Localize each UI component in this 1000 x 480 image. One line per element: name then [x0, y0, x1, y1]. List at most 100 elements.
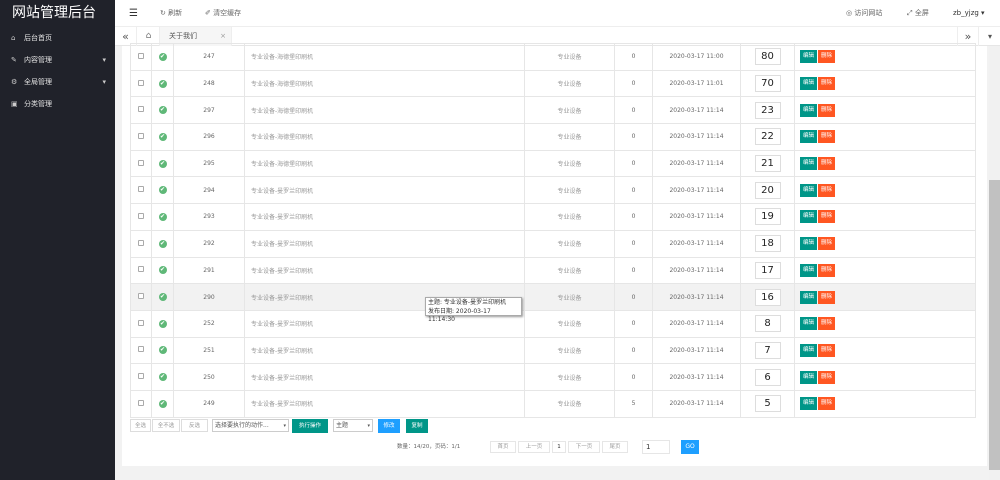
- clear-cache-button[interactable]: ✐ 清空缓存: [205, 0, 241, 27]
- sidebar-item-content[interactable]: ✎ 内容管理 ▾: [0, 49, 115, 71]
- sidebar-item-global[interactable]: ⚙ 全局管理 ▾: [0, 71, 115, 93]
- delete-button[interactable]: 删除: [818, 237, 836, 251]
- edit-button[interactable]: 编辑: [800, 343, 818, 357]
- edit-button[interactable]: 编辑: [800, 103, 818, 117]
- next-page-button[interactable]: 下一页: [568, 441, 600, 453]
- order-input[interactable]: 21: [754, 155, 781, 173]
- title-cell[interactable]: 专业设备-海德堡印刷机: [244, 43, 525, 71]
- table-row[interactable]: ✔ 247 专业设备-海德堡印刷机 专业设备 0 2020-03-17 11:00 80 编辑…: [130, 43, 976, 71]
- edit-button[interactable]: 编辑: [800, 263, 818, 277]
- edit-button[interactable]: 编辑: [800, 317, 818, 331]
- order-input[interactable]: 17: [754, 261, 781, 279]
- user-menu[interactable]: zb_yjzg ▾: [953, 0, 985, 27]
- delete-button[interactable]: 删除: [818, 397, 836, 411]
- title-cell[interactable]: 专业设备-曼罗兰印刷机: [244, 176, 525, 205]
- title-cell[interactable]: 专业设备-曼罗兰印刷机: [244, 256, 525, 285]
- row-checkbox[interactable]: [138, 106, 144, 113]
- order-input[interactable]: 20: [754, 181, 781, 199]
- table-row[interactable]: ✔ 295 专业设备-海德堡印刷机 专业设备 0 2020-03-17 11:14 21 编辑…: [130, 149, 976, 178]
- table-row[interactable]: ✔ 250 专业设备-曼罗兰印刷机 专业设备 0 2020-03-17 11:14 6 编辑删…: [130, 363, 976, 391]
- order-input[interactable]: 6: [754, 368, 781, 386]
- edit-button[interactable]: 编辑: [800, 210, 818, 224]
- row-checkbox[interactable]: [138, 346, 144, 353]
- table-row[interactable]: ✔ 292 专业设备-曼罗兰印刷机 专业设备 0 2020-03-17 11:14 18 编辑…: [130, 229, 976, 258]
- delete-button[interactable]: 删除: [818, 210, 836, 224]
- order-input[interactable]: 70: [754, 75, 781, 93]
- select-none-button[interactable]: 全不选: [152, 419, 180, 432]
- table-row[interactable]: ✔ 294 专业设备-曼罗兰印刷机 专业设备 0 2020-03-17 11:14 20 编辑…: [130, 176, 976, 205]
- edit-button[interactable]: 编辑: [800, 397, 818, 411]
- table-row[interactable]: ✔ 291 专业设备-曼罗兰印刷机 专业设备 0 2020-03-17 11:14 17 编辑…: [130, 256, 976, 285]
- title-cell[interactable]: 专业设备-曼罗兰印刷机: [244, 229, 525, 258]
- tab-more-button[interactable]: ▾: [979, 27, 1000, 46]
- prev-page-button[interactable]: 上一页: [518, 441, 550, 453]
- edit-button[interactable]: 编辑: [800, 370, 818, 384]
- execute-button[interactable]: 执行操作: [292, 419, 328, 433]
- order-input[interactable]: 18: [754, 235, 781, 253]
- order-input[interactable]: 19: [754, 208, 781, 226]
- row-checkbox[interactable]: [138, 52, 144, 59]
- row-checkbox[interactable]: [138, 212, 144, 219]
- row-checkbox[interactable]: [138, 159, 144, 166]
- fullscreen-button[interactable]: ⤢ 全屏: [907, 0, 929, 27]
- order-input[interactable]: 8: [754, 315, 781, 333]
- edit-button[interactable]: 编辑: [800, 50, 818, 64]
- last-page-button[interactable]: 尾页: [602, 441, 628, 453]
- table-row[interactable]: ✔ 293 专业设备-曼罗兰印刷机 专业设备 0 2020-03-17 11:14 19 编辑…: [130, 203, 976, 231]
- modify-button[interactable]: 修改: [378, 419, 400, 433]
- first-page-button[interactable]: 首页: [490, 441, 516, 453]
- row-checkbox[interactable]: [138, 186, 144, 193]
- visit-site-link[interactable]: ◎ 访问网站: [846, 0, 882, 27]
- edit-button[interactable]: 编辑: [800, 157, 818, 171]
- delete-button[interactable]: 删除: [818, 370, 836, 384]
- table-row[interactable]: ✔ 249 专业设备-曼罗兰印刷机 专业设备 5 2020-03-17 11:14 5 编辑删…: [130, 389, 976, 418]
- menu-toggle-icon[interactable]: ☰: [129, 0, 138, 27]
- delete-button[interactable]: 删除: [818, 317, 836, 331]
- edit-button[interactable]: 编辑: [800, 183, 818, 197]
- sidebar-item-home[interactable]: ⌂ 后台首页: [0, 27, 115, 49]
- table-row[interactable]: ✔ 251 专业设备-曼罗兰印刷机 专业设备 0 2020-03-17 11:14 7 编辑删…: [130, 336, 976, 365]
- title-cell[interactable]: 专业设备-海德堡印刷机: [244, 96, 525, 125]
- order-input[interactable]: 23: [754, 101, 781, 119]
- title-cell[interactable]: 专业设备-曼罗兰印刷机: [244, 336, 525, 365]
- title-cell[interactable]: 专业设备-海德堡印刷机: [244, 69, 525, 98]
- row-checkbox[interactable]: [138, 239, 144, 246]
- edit-button[interactable]: 编辑: [800, 290, 818, 304]
- title-cell[interactable]: 专业设备-曼罗兰印刷机: [244, 389, 525, 418]
- select-all-button[interactable]: 全选: [130, 419, 151, 432]
- refresh-button[interactable]: ↻ 刷新: [160, 0, 182, 27]
- row-checkbox[interactable]: [138, 373, 144, 380]
- delete-button[interactable]: 删除: [818, 290, 836, 304]
- delete-button[interactable]: 删除: [818, 263, 836, 277]
- edit-button[interactable]: 编辑: [800, 77, 818, 91]
- table-row[interactable]: ✔ 248 专业设备-海德堡印刷机 专业设备 0 2020-03-17 11:01 70 编辑…: [130, 69, 976, 98]
- delete-button[interactable]: 删除: [818, 157, 836, 171]
- order-input[interactable]: 5: [754, 395, 781, 413]
- edit-button[interactable]: 编辑: [800, 130, 818, 144]
- table-row[interactable]: ✔ 297 专业设备-海德堡印刷机 专业设备 0 2020-03-17 11:14 23 编辑…: [130, 96, 976, 125]
- order-input[interactable]: 16: [754, 288, 781, 306]
- row-checkbox[interactable]: [138, 293, 144, 300]
- copy-button[interactable]: 复制: [406, 419, 428, 433]
- row-checkbox[interactable]: [138, 266, 144, 273]
- row-checkbox[interactable]: [138, 399, 144, 406]
- table-row[interactable]: ✔ 290 专业设备-曼罗兰印刷机 专业设备 0 2020-03-17 11:14 16 编辑…: [130, 283, 976, 311]
- invert-selection-button[interactable]: 反选: [181, 419, 208, 432]
- title-cell[interactable]: 专业设备-曼罗兰印刷机: [244, 363, 525, 391]
- table-row[interactable]: ✔ 252 专业设备-曼罗兰印刷机 专业设备 0 2020-03-17 11:14 8 编辑删…: [130, 309, 976, 338]
- row-checkbox[interactable]: [138, 132, 144, 139]
- row-checkbox[interactable]: [138, 319, 144, 326]
- order-input[interactable]: 80: [754, 48, 781, 66]
- delete-button[interactable]: 删除: [818, 103, 836, 117]
- order-input[interactable]: 22: [754, 128, 781, 146]
- delete-button[interactable]: 删除: [818, 77, 836, 91]
- sidebar-item-category[interactable]: ▣ 分类管理: [0, 93, 115, 115]
- delete-button[interactable]: 删除: [818, 130, 836, 144]
- action-select[interactable]: 选择要执行的动作... ▾: [212, 419, 289, 432]
- table-row[interactable]: ✔ 296 专业设备-海德堡印刷机 专业设备 0 2020-03-17 11:14 22 编辑…: [130, 123, 976, 151]
- delete-button[interactable]: 删除: [818, 183, 836, 197]
- order-input[interactable]: 7: [754, 341, 781, 359]
- subject-select[interactable]: 主题 ▾: [333, 419, 373, 432]
- scrollbar-thumb[interactable]: [989, 180, 1000, 470]
- row-checkbox[interactable]: [138, 79, 144, 86]
